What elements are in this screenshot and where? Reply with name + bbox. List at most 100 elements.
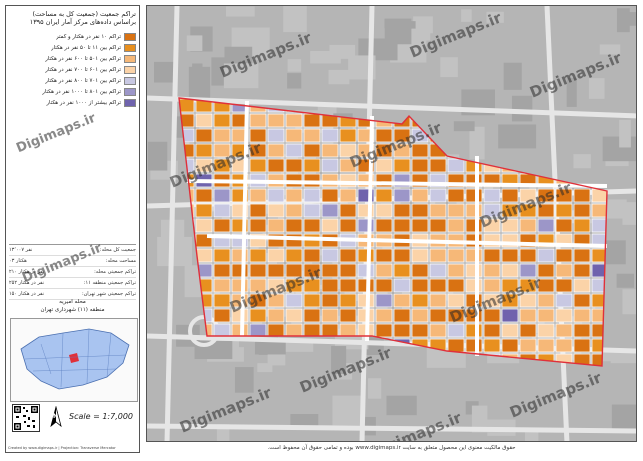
parcel: [195, 128, 213, 143]
parcel: [465, 248, 483, 263]
legend-swatch: [124, 32, 136, 41]
parcel: [285, 128, 303, 143]
parcel: [303, 203, 321, 218]
legend-label: تراکم بین ۶۰۱ تا ۷۰۰ نفر در هکتار: [45, 66, 121, 73]
parcel: [375, 263, 393, 278]
city-block: [384, 18, 412, 45]
parcel: [195, 203, 213, 218]
city-block: [368, 378, 382, 399]
parcel: [285, 113, 303, 128]
study-area-label: محله امیریه منطقه (۱۱) شهرداری تهران: [9, 298, 136, 314]
parcel: [394, 369, 410, 382]
parcel: [537, 218, 555, 233]
parcel: [303, 308, 321, 323]
parcel: [555, 293, 573, 308]
parcel: [357, 278, 375, 293]
parcel: [537, 263, 555, 278]
parcel: [321, 173, 339, 188]
city-block: [147, 141, 168, 171]
legend-label: تراکم بین ۷۰۱ تا ۸۰۰ نفر در هکتار: [45, 77, 121, 84]
parcel: [213, 113, 231, 128]
parcel: [249, 263, 267, 278]
parcel: [339, 218, 357, 233]
parcel: [411, 263, 429, 278]
parcel: [429, 203, 447, 218]
legend-item: تراکم ۱۰ نفر در هکتار و کمتر: [9, 32, 136, 41]
parcel: [447, 218, 465, 233]
parcel: [303, 128, 321, 143]
parcel: [465, 233, 483, 248]
parcel: [393, 353, 411, 366]
parcel: [303, 143, 321, 158]
parcel: [303, 113, 321, 128]
parcel: [573, 323, 591, 338]
legend-label: تراکم بیشتر از ۱۰۰۰ نفر در هکتار: [46, 99, 121, 106]
parcel: [249, 323, 267, 338]
parcel: [267, 263, 285, 278]
parcel: [179, 188, 195, 203]
parcel: [537, 308, 555, 323]
parcel: [447, 158, 465, 173]
parcel: [214, 369, 230, 382]
parcel: [285, 188, 303, 203]
stat-label: جمعیت کل محله:: [99, 247, 136, 253]
legend: تراکم ۱۰ نفر در هکتار و کمتر تراکم بین ۱۱…: [9, 32, 136, 109]
legend-label: تراکم ۱۰ نفر در هکتار و کمتر: [56, 33, 121, 40]
parcel: [393, 308, 411, 323]
city-block: [283, 6, 307, 33]
legend-item: تراکم بین ۷۰۱ تا ۸۰۰ نفر در هکتار: [9, 76, 136, 85]
parcel: [285, 248, 303, 263]
parcel: [249, 218, 267, 233]
parcel: [285, 158, 303, 173]
parcel: [321, 218, 339, 233]
parcel: [483, 113, 501, 128]
map-furniture: N Scale = 1:7,000: [9, 404, 136, 434]
parcel: [393, 323, 411, 338]
city-block: [616, 273, 635, 288]
parcel: [375, 293, 393, 308]
city-block: [386, 395, 417, 416]
parcel: [375, 278, 393, 293]
area-name: محله امیریه: [59, 299, 86, 305]
parcel: [465, 353, 483, 366]
parcel: [555, 203, 573, 218]
parcel: [591, 98, 607, 113]
legend-panel: تراکم جمعیت (جمعیت کل به مساحت) براساس د…: [5, 5, 140, 453]
parcel: [483, 143, 501, 158]
parcel: [285, 293, 303, 308]
parcel: [303, 323, 321, 338]
parcel: [555, 128, 573, 143]
parcel: [610, 99, 626, 112]
parcel: [537, 248, 555, 263]
parcel: [249, 113, 267, 128]
north-arrow-icon: N: [49, 405, 63, 428]
parcel: [321, 203, 339, 218]
parcel: [339, 203, 357, 218]
parcel: [375, 323, 393, 338]
city-block: [588, 78, 605, 99]
parcel: [537, 293, 555, 308]
city-block: [573, 154, 591, 169]
legend-swatch: [124, 43, 136, 52]
district-name: منطقه (۱۱) شهرداری تهران: [40, 307, 105, 313]
parcel: [267, 308, 285, 323]
parcel: [339, 293, 357, 308]
parcel: [195, 143, 213, 158]
parcel: [179, 353, 195, 366]
city-block: [524, 432, 539, 441]
parcel: [267, 203, 285, 218]
parcel: [267, 323, 285, 338]
parcel: [519, 308, 537, 323]
parcel: [573, 248, 591, 263]
parcel: [483, 263, 501, 278]
parcel: [321, 158, 339, 173]
legend-label: تراکم بین ۱۱ تا ۵۰ نفر در هکتار: [50, 44, 121, 51]
parcel: [465, 263, 483, 278]
parcel: [285, 353, 303, 366]
city-block: [192, 63, 203, 91]
parcel: [375, 113, 393, 128]
parcel: [339, 278, 357, 293]
parcel: [303, 218, 321, 233]
parcel: [483, 338, 501, 353]
parcel: [178, 369, 194, 382]
